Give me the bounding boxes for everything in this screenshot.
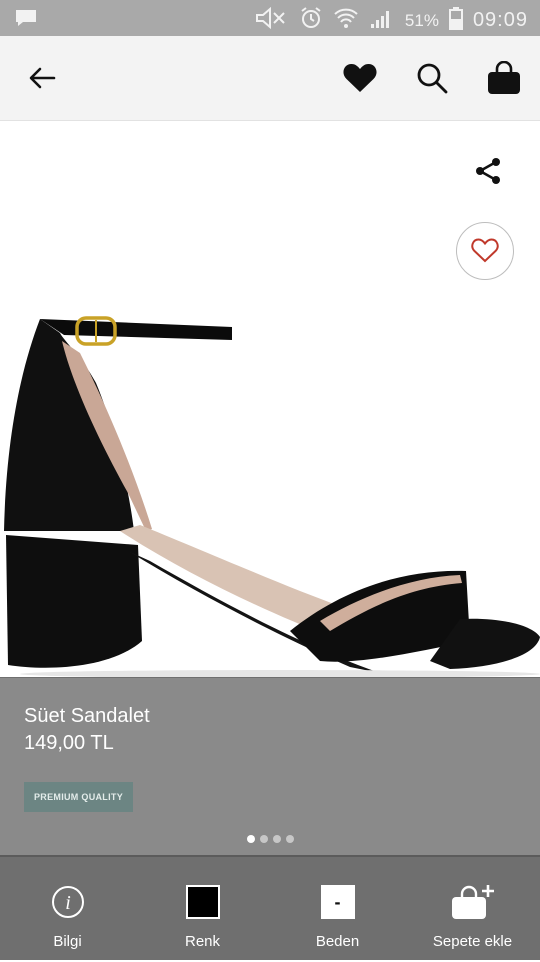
product-image (4, 316, 540, 677)
clock: 09:09 (472, 9, 528, 31)
add-to-bag-label: Sepete ekle (432, 933, 513, 950)
favorite-button[interactable] (456, 222, 514, 280)
carousel-dot[interactable] (272, 835, 281, 843)
color-label: Renk (184, 933, 221, 950)
alarm-icon (299, 6, 323, 35)
add-to-bag-icon (451, 885, 494, 926)
heart-outline-icon (471, 238, 499, 263)
message-icon (14, 8, 38, 33)
status-bar: 51% 09:09 (0, 0, 540, 36)
info-label: Bilgi (53, 933, 82, 950)
product-name: Süet Sandalet (24, 705, 150, 727)
product-info-panel: Süet Sandalet 149,00 TL PREMIUM QUALITY (0, 677, 540, 856)
carousel-dot[interactable] (285, 835, 294, 843)
battery-percentage: 51% (404, 10, 439, 30)
color-button[interactable]: Renk (135, 857, 270, 962)
search-icon[interactable] (414, 60, 450, 96)
bottom-action-bar: i Bilgi Renk - Beden Sepete ekle (0, 855, 540, 960)
premium-quality-badge: PREMIUM QUALITY (24, 782, 133, 812)
product-image-carousel[interactable] (0, 121, 540, 677)
info-icon: i (51, 885, 85, 924)
carousel-dot[interactable] (246, 835, 255, 843)
mute-icon (255, 6, 289, 34)
battery-icon (448, 6, 463, 35)
info-button[interactable]: i Bilgi (0, 857, 135, 962)
wishlist-heart-icon[interactable] (342, 60, 378, 96)
app-bar (0, 36, 540, 121)
wifi-icon (333, 6, 359, 35)
add-to-bag-button[interactable]: Sepete ekle (405, 857, 540, 962)
back-arrow-icon[interactable] (24, 60, 60, 96)
color-swatch-icon (185, 885, 220, 919)
share-icon[interactable] (474, 157, 502, 185)
svg-text:i: i (65, 892, 71, 914)
carousel-dot[interactable] (259, 835, 268, 843)
carousel-page-indicator (0, 835, 540, 843)
shopping-bag-icon[interactable] (486, 60, 522, 96)
product-price: 149,00 TL (24, 732, 114, 754)
size-icon: - (320, 885, 355, 919)
size-button[interactable]: - Beden (270, 857, 405, 962)
size-label: Beden (315, 933, 360, 950)
signal-icon (369, 6, 395, 35)
